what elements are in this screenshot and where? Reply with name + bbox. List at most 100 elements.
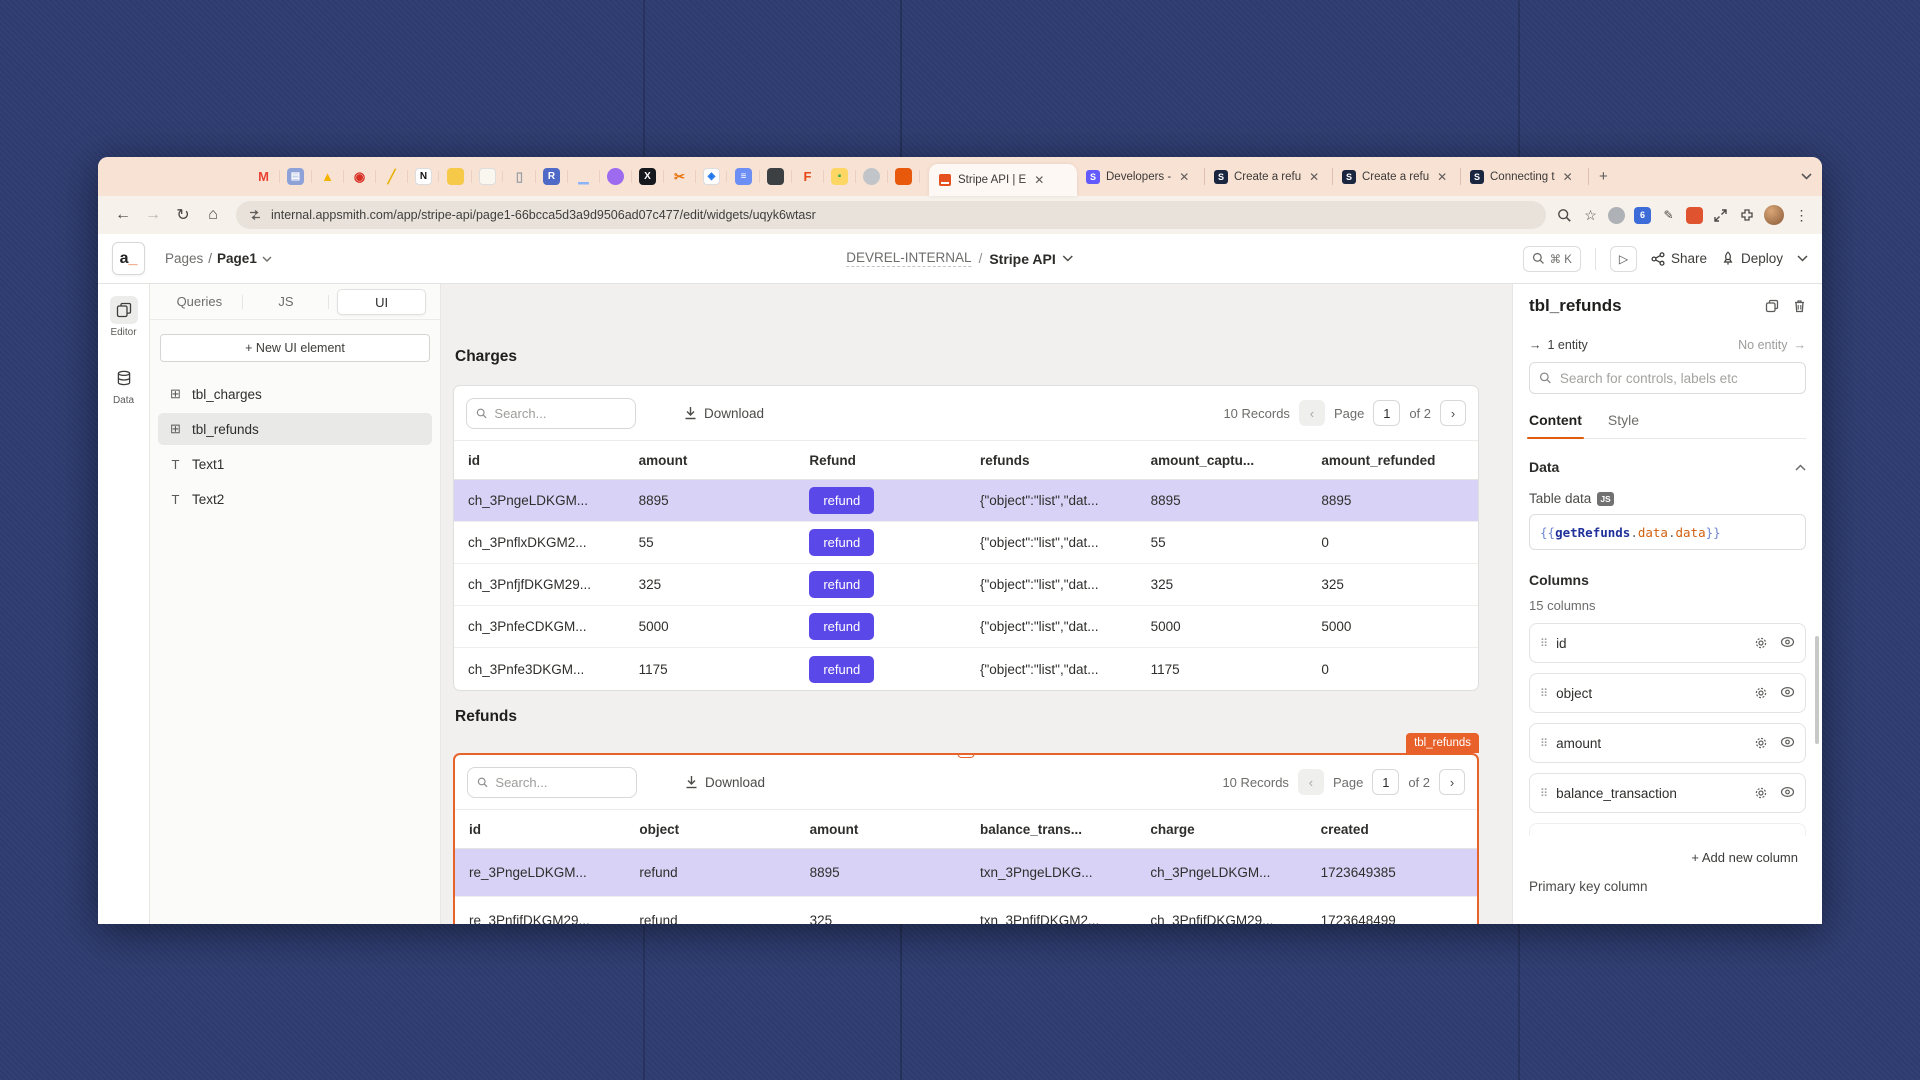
column-header[interactable]: balance_trans... (966, 822, 1136, 837)
drag-handle-icon[interactable]: ⠿ (1540, 787, 1548, 800)
new-ui-element-button[interactable]: + New UI element (160, 334, 430, 362)
back-icon[interactable]: ← (110, 206, 136, 224)
deploy-button[interactable]: Deploy (1721, 251, 1783, 266)
refunds-download-button[interactable]: Download (685, 775, 765, 790)
delete-widget-icon[interactable] (1793, 299, 1806, 313)
pinned-tab-page-grey-icon[interactable]: ▯ (511, 168, 528, 185)
pinned-tab-globe-red-icon[interactable]: ◉ (351, 168, 368, 185)
pinned-tab-purple-circle-icon[interactable] (607, 168, 624, 185)
charges-search-box[interactable] (466, 398, 636, 429)
pages-breadcrumb[interactable]: Pages / Page1 (165, 251, 272, 266)
charges-row-4[interactable]: ch_3PnfeCDKGM... 5000 refund {"object":"… (454, 606, 1478, 648)
charges-row-5[interactable]: ch_3Pnfe3DKGM... 1175 refund {"object":"… (454, 648, 1478, 690)
charges-row-3[interactable]: ch_3PnfjfDKGM29... 325 refund {"object":… (454, 564, 1478, 606)
pinned-tab-appsmith-orange-icon[interactable] (895, 168, 912, 185)
widget-item-text2[interactable]: T Text2 (158, 483, 432, 515)
new-tab-button[interactable]: + (1589, 168, 1618, 185)
app-name[interactable]: Stripe API (989, 251, 1055, 267)
column-visibility-eye-icon[interactable] (1780, 686, 1795, 700)
site-settings-icon[interactable] (248, 208, 262, 222)
column-settings-gear-icon[interactable] (1754, 786, 1768, 800)
outgoing-entities-link[interactable]: No entity → (1738, 338, 1806, 352)
resize-handle[interactable] (958, 753, 975, 758)
panel-search-input[interactable] (1560, 371, 1796, 386)
data-section-header[interactable]: Data (1529, 459, 1806, 475)
column-settings-gear-icon[interactable] (1754, 686, 1768, 700)
column-header[interactable]: amount_captu... (1137, 453, 1308, 468)
charges-row-2[interactable]: ch_3PnflxDKGM2... 55 refund {"object":"l… (454, 522, 1478, 564)
close-tab-icon[interactable]: ✕ (1034, 173, 1044, 187)
pinned-tab-figma-icon[interactable]: F (799, 168, 816, 185)
incoming-entities-link[interactable]: → 1 entity (1529, 338, 1588, 352)
pinned-tab-x-social-icon[interactable]: X (639, 168, 656, 185)
widget-item-text1[interactable]: T Text1 (158, 448, 432, 480)
column-header[interactable]: id (454, 453, 625, 468)
page-number-input[interactable] (1373, 400, 1400, 426)
tab-js[interactable]: JS (243, 289, 330, 315)
column-card-object[interactable]: ⠿ object (1529, 673, 1806, 713)
pinned-tab-card-white-icon[interactable] (479, 168, 496, 185)
page-number-input[interactable] (1372, 769, 1399, 795)
column-settings-gear-icon[interactable] (1754, 736, 1768, 750)
refund-button[interactable]: refund (809, 487, 874, 514)
extension-blue-icon[interactable]: 6 (1634, 207, 1651, 224)
column-card-amount[interactable]: ⠿ amount (1529, 723, 1806, 763)
pinned-tab-key-yellow-icon[interactable]: ╱ (383, 168, 400, 185)
column-header[interactable]: Refund (795, 453, 966, 468)
column-visibility-eye-icon[interactable] (1780, 786, 1795, 800)
widget-name-title[interactable]: tbl_refunds (1529, 296, 1622, 316)
widget-item-tbl-charges[interactable]: ⊞ tbl_charges (158, 378, 432, 410)
drag-handle-icon[interactable]: ⠿ (1540, 737, 1548, 750)
drag-handle-icon[interactable]: ⠿ (1540, 687, 1548, 700)
pinned-tab-diamond-blue-icon[interactable]: ◈ (703, 168, 720, 185)
profile-avatar[interactable] (1764, 205, 1784, 225)
panel-search-box[interactable] (1529, 362, 1806, 394)
column-settings-gear-icon[interactable] (1754, 636, 1768, 650)
rail-item-editor[interactable]: Editor (110, 296, 138, 338)
table-data-code-input[interactable]: {{getRefunds.data.data}} (1529, 514, 1806, 550)
next-page-button[interactable]: › (1439, 769, 1465, 795)
omnibar-search-button[interactable]: ⌘ K (1523, 246, 1581, 272)
tab-queries[interactable]: Queries (156, 289, 243, 315)
reload-icon[interactable]: ↻ (170, 205, 196, 225)
workspace-name[interactable]: DEVREL-INTERNAL (846, 250, 971, 267)
browser-menu-icon[interactable]: ⋮ (1793, 207, 1810, 224)
close-tab-icon[interactable]: ✕ (1437, 170, 1447, 184)
column-header[interactable]: refunds (966, 453, 1137, 468)
column-header[interactable]: created (1307, 822, 1477, 837)
add-new-column-button[interactable]: + Add new column (1529, 850, 1806, 865)
tab-search-chevron-icon[interactable] (1801, 157, 1812, 196)
extension-grey-icon[interactable] (1608, 207, 1625, 224)
refund-button[interactable]: refund (809, 656, 874, 683)
extension-pencil-icon[interactable]: ✎ (1660, 207, 1677, 224)
column-header[interactable]: id (455, 822, 625, 837)
panel-scrollbar[interactable] (1815, 636, 1819, 744)
charges-download-button[interactable]: Download (684, 406, 764, 421)
js-toggle-badge[interactable]: JS (1597, 492, 1613, 506)
next-page-button[interactable]: › (1440, 400, 1466, 426)
column-visibility-eye-icon[interactable] (1780, 736, 1795, 750)
pinned-tab-doc-lines-icon[interactable]: ≡ (735, 168, 752, 185)
rail-item-data[interactable]: Data (110, 364, 138, 406)
run-button[interactable]: ▷ (1610, 246, 1637, 272)
fullscreen-arrows-icon[interactable] (1712, 207, 1729, 224)
share-button[interactable]: Share (1651, 251, 1707, 266)
charges-row-1[interactable]: ch_3PngeLDKGM... 8895 refund {"object":"… (454, 480, 1478, 522)
column-card-balance-transaction[interactable]: ⠿ balance_transaction (1529, 773, 1806, 813)
refunds-row-2[interactable]: re_3PnfjfDKGM29... refund 325 txn_3Pnfjf… (455, 897, 1477, 924)
tab-content[interactable]: Content (1529, 412, 1582, 438)
tbl-refunds-widget-tag[interactable]: tbl_refunds (1406, 733, 1479, 753)
puzzle-extensions-icon[interactable] (1738, 207, 1755, 224)
tab-developers[interactable]: S Developers - ✕ (1077, 157, 1205, 196)
pinned-tab-bag-yellow-icon[interactable]: ▪ (831, 168, 848, 185)
bookmark-star-icon[interactable]: ☆ (1582, 207, 1599, 224)
refunds-row-1[interactable]: re_3PngeLDKGM... refund 8895 txn_3PngeLD… (455, 849, 1477, 897)
refund-button[interactable]: refund (809, 613, 874, 640)
refunds-search-box[interactable] (467, 767, 637, 798)
column-header[interactable]: charge (1136, 822, 1306, 837)
column-header[interactable]: amount (625, 453, 796, 468)
charges-table-widget[interactable]: Download 10 Records ‹ Page of 2 › id amo… (453, 385, 1479, 691)
column-visibility-eye-icon[interactable] (1780, 636, 1795, 650)
address-bar[interactable]: internal.appsmith.com/app/stripe-api/pag… (236, 201, 1546, 229)
pinned-tab-yellow-square-icon[interactable] (447, 168, 464, 185)
